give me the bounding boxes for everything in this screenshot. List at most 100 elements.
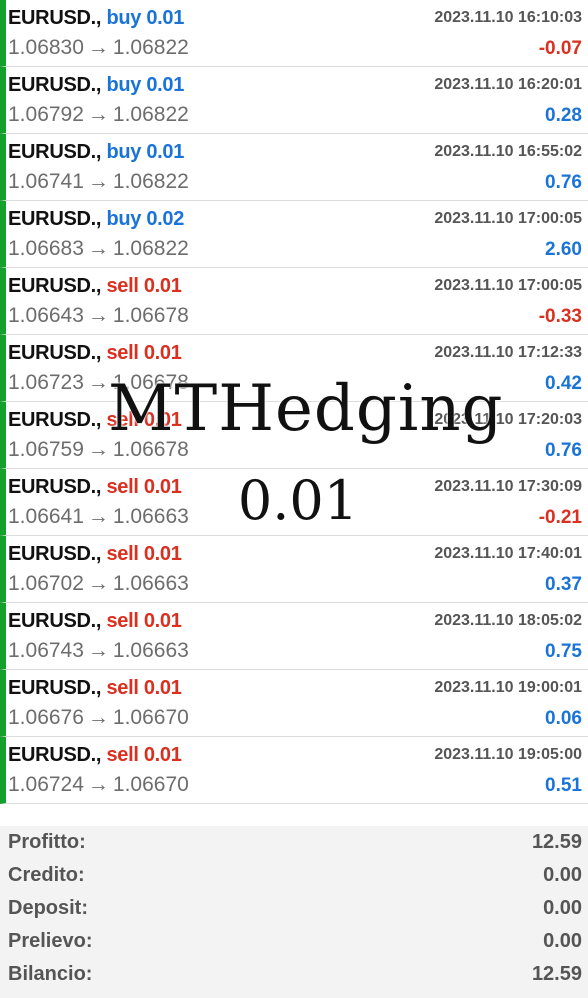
trade-row[interactable]: EURUSD., sell 0.01 2023.11.10 17:00:05 1… xyxy=(0,268,588,335)
trade-close-price: 1.06822 xyxy=(112,103,189,126)
trade-row[interactable]: EURUSD., sell 0.01 2023.11.10 19:00:01 1… xyxy=(0,670,588,737)
summary-value: 12.59 xyxy=(531,831,582,853)
trade-prices: 1.06702 → 1.06663 xyxy=(8,572,189,596)
trade-row[interactable]: EURUSD., sell 0.01 2023.11.10 17:40:01 1… xyxy=(0,536,588,603)
trade-symbol-line: EURUSD., sell 0.01 xyxy=(8,409,182,432)
trade-open-price: 1.06643 xyxy=(8,304,84,327)
trade-profit: 0.76 xyxy=(545,440,582,461)
trade-symbol-line: EURUSD., buy 0.01 xyxy=(8,141,184,164)
summary-row-withdrawal: Prelievo: 0.00 xyxy=(0,925,588,958)
trade-row[interactable]: EURUSD., sell 0.01 2023.11.10 19:05:00 1… xyxy=(0,737,588,804)
trade-open-price: 1.06743 xyxy=(8,639,84,662)
trade-prices: 1.06724 → 1.06670 xyxy=(8,773,189,797)
arrow-right-icon: → xyxy=(87,371,109,394)
trade-symbol-line: EURUSD., buy 0.01 xyxy=(8,7,184,30)
trade-row[interactable]: EURUSD., sell 0.01 2023.11.10 18:05:02 1… xyxy=(0,603,588,670)
trade-type-lot: sell 0.01 xyxy=(106,342,182,364)
trade-profit: 0.76 xyxy=(545,172,582,193)
trade-open-price: 1.06702 xyxy=(8,572,84,595)
trade-open-price: 1.06792 xyxy=(8,103,84,126)
arrow-right-icon: → xyxy=(87,304,109,327)
trade-close-price: 1.06822 xyxy=(112,170,189,193)
trade-prices: 1.06792 → 1.06822 xyxy=(8,103,189,127)
trade-prices: 1.06759 → 1.06678 xyxy=(8,438,189,462)
trade-open-price: 1.06683 xyxy=(8,237,84,260)
trade-open-price: 1.06830 xyxy=(8,36,84,59)
trade-type-lot: sell 0.01 xyxy=(106,275,182,297)
trade-symbol: EURUSD., xyxy=(8,342,102,364)
trade-prices: 1.06723 → 1.06678 xyxy=(8,371,189,395)
trade-symbol: EURUSD., xyxy=(8,677,102,699)
trade-type-lot: buy 0.01 xyxy=(106,141,185,163)
arrow-right-icon: → xyxy=(87,706,109,729)
summary-value: 0.00 xyxy=(543,897,582,919)
trade-symbol: EURUSD., xyxy=(8,610,102,632)
trade-row[interactable]: EURUSD., sell 0.01 2023.11.10 17:30:09 1… xyxy=(0,469,588,536)
trade-open-price: 1.06676 xyxy=(8,706,84,729)
trade-close-price: 1.06670 xyxy=(112,706,189,729)
trade-prices: 1.06676 → 1.06670 xyxy=(8,706,189,730)
trade-symbol: EURUSD., xyxy=(8,543,102,565)
trade-symbol-line: EURUSD., buy 0.02 xyxy=(8,208,184,231)
trade-close-price: 1.06822 xyxy=(112,36,189,59)
trade-close-price: 1.06678 xyxy=(112,304,189,327)
trade-open-price: 1.06724 xyxy=(8,773,84,796)
trade-open-price: 1.06741 xyxy=(8,170,84,193)
trade-time: 2023.11.10 17:00:05 xyxy=(434,277,582,294)
trade-time: 2023.11.10 17:00:05 xyxy=(434,210,582,227)
arrow-right-icon: → xyxy=(87,773,109,796)
trade-close-price: 1.06678 xyxy=(112,438,189,461)
trade-time: 2023.11.10 17:30:09 xyxy=(434,478,582,495)
summary-label: Credito: xyxy=(8,864,85,886)
trade-symbol: EURUSD., xyxy=(8,275,102,297)
trade-time: 2023.11.10 18:05:02 xyxy=(434,612,582,629)
summary-value: 0.00 xyxy=(543,930,582,952)
trade-type-lot: buy 0.01 xyxy=(106,7,185,29)
trade-open-price: 1.06759 xyxy=(8,438,84,461)
trade-row[interactable]: EURUSD., buy 0.01 2023.11.10 16:55:02 1.… xyxy=(0,134,588,201)
trade-symbol-line: EURUSD., sell 0.01 xyxy=(8,476,182,499)
arrow-right-icon: → xyxy=(87,572,109,595)
trade-row[interactable]: EURUSD., sell 0.01 2023.11.10 17:12:33 1… xyxy=(0,335,588,402)
trade-profit: 0.75 xyxy=(545,641,582,662)
trade-prices: 1.06741 → 1.06822 xyxy=(8,170,189,194)
summary-row-balance: Bilancio: 12.59 xyxy=(0,958,588,991)
trade-prices: 1.06830 → 1.06822 xyxy=(8,36,189,60)
trade-row[interactable]: EURUSD., buy 0.01 2023.11.10 16:20:01 1.… xyxy=(0,67,588,134)
trade-type-lot: sell 0.01 xyxy=(106,409,182,431)
summary-label: Deposit: xyxy=(8,897,88,919)
account-summary: Profitto: 12.59 Credito: 0.00 Deposit: 0… xyxy=(0,826,588,998)
trade-symbol-line: EURUSD., buy 0.01 xyxy=(8,74,184,97)
trade-profit: -0.07 xyxy=(538,38,582,59)
trade-type-lot: sell 0.01 xyxy=(106,677,182,699)
trade-type-lot: sell 0.01 xyxy=(106,543,182,565)
trade-profit: 2.60 xyxy=(545,239,582,260)
trade-row[interactable]: EURUSD., buy 0.01 2023.11.10 16:10:03 1.… xyxy=(0,0,588,67)
trade-type-lot: sell 0.01 xyxy=(106,610,182,632)
trade-row[interactable]: EURUSD., buy 0.02 2023.11.10 17:00:05 1.… xyxy=(0,201,588,268)
trade-profit: 0.37 xyxy=(545,574,582,595)
trade-time: 2023.11.10 16:55:02 xyxy=(434,143,582,160)
summary-value: 12.59 xyxy=(531,963,582,985)
trade-profit: 0.28 xyxy=(545,105,582,126)
trade-close-price: 1.06663 xyxy=(112,505,189,528)
trade-close-price: 1.06663 xyxy=(112,639,189,662)
trade-symbol: EURUSD., xyxy=(8,744,102,766)
summary-label: Profitto: xyxy=(8,831,86,853)
trade-type-lot: buy 0.02 xyxy=(106,208,185,230)
trade-time: 2023.11.10 16:20:01 xyxy=(434,76,582,93)
trade-profit: -0.21 xyxy=(538,507,582,528)
summary-value: 0.00 xyxy=(543,864,582,886)
trade-row[interactable]: EURUSD., sell 0.01 2023.11.10 17:20:03 1… xyxy=(0,402,588,469)
trade-symbol-line: EURUSD., sell 0.01 xyxy=(8,543,182,566)
trade-time: 2023.11.10 17:12:33 xyxy=(434,344,582,361)
trade-symbol-line: EURUSD., sell 0.01 xyxy=(8,342,182,365)
arrow-right-icon: → xyxy=(87,103,109,126)
trade-open-price: 1.06641 xyxy=(8,505,84,528)
arrow-right-icon: → xyxy=(87,170,109,193)
trade-symbol: EURUSD., xyxy=(8,208,102,230)
trade-history-list: EURUSD., buy 0.01 2023.11.10 16:10:03 1.… xyxy=(0,0,588,804)
trade-symbol: EURUSD., xyxy=(8,7,102,29)
trade-close-price: 1.06822 xyxy=(112,237,189,260)
trade-symbol-line: EURUSD., sell 0.01 xyxy=(8,610,182,633)
